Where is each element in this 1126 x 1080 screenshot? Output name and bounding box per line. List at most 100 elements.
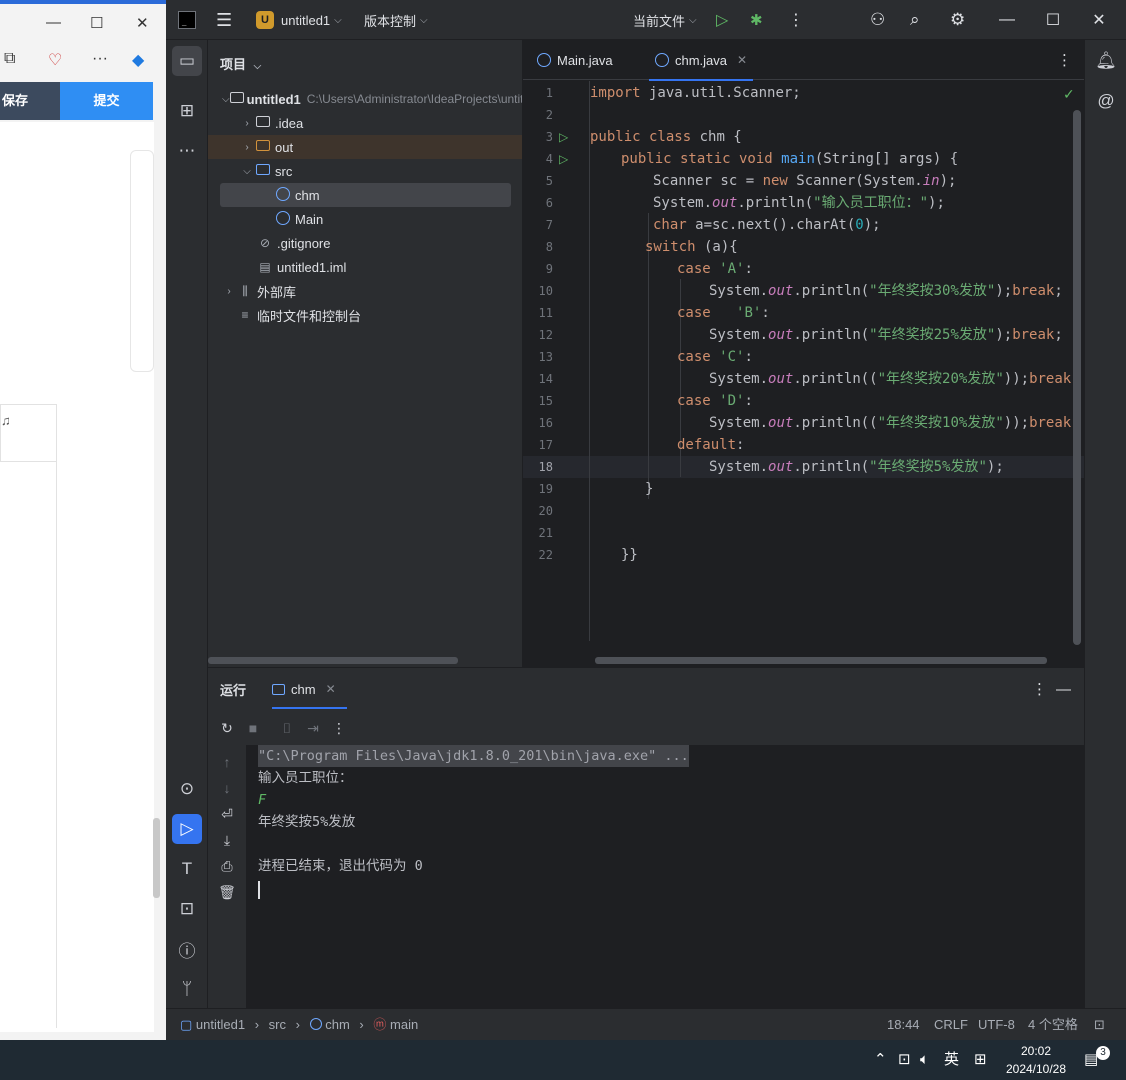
camera-icon[interactable]: ⌷ (276, 720, 298, 737)
breadcrumb-item[interactable]: untitled1 (196, 1017, 245, 1032)
maximize-button[interactable]: ☐ (1030, 0, 1076, 40)
hide-panel-icon[interactable]: — (1056, 668, 1071, 710)
git-branch-icon[interactable]: ᛘ (172, 974, 202, 1004)
tree-item-gitignore[interactable]: ⊘ .gitignore (208, 231, 522, 255)
console-output[interactable]: "C:\Program Files\Java\jdk1.8.0_201\bin\… (246, 745, 1084, 1009)
tree-item-src[interactable]: ⌵ src (208, 159, 522, 183)
search-icon[interactable]: ⌕ (910, 0, 920, 40)
project-switcher[interactable]: U untitled1 ⌵ (256, 0, 342, 40)
system-clock[interactable]: 20:02 2024/10/28 (1000, 1042, 1072, 1078)
browser-music-card[interactable]: ♫ (0, 404, 57, 462)
code-line: System.out.println(("年终奖按20%发放"));break; (709, 371, 1080, 387)
copilot-icon[interactable]: ◆ (132, 50, 144, 70)
run-panel-title: 运行 (220, 682, 247, 698)
volume-muted-icon[interactable]: 🔈︎ (920, 1040, 929, 1080)
line-number: 7 (545, 218, 553, 232)
run-tab-chm[interactable]: chm ✕ (272, 668, 336, 710)
tree-item-chm[interactable]: chm (220, 183, 511, 207)
structure-icon[interactable]: ⊞ (172, 96, 202, 126)
soft-wrap-icon[interactable]: ⏎ (216, 806, 238, 823)
breadcrumb: ▢ untitled1 › src › chm › ⓜ main (180, 1009, 418, 1041)
tree-item-out[interactable]: › out (208, 135, 522, 159)
run-tool-window: 运行 chm ✕ ⋮ — ↻ ■ ⌷ ⇥ ⋮ ↑ ↓ ⏎ ⤓ ⎙ 🗑︎ "C:\… (208, 667, 1084, 1009)
network-icon[interactable]: ⊡ (898, 1040, 911, 1080)
close-tab-icon[interactable]: ✕ (326, 682, 336, 696)
clear-trash-icon[interactable]: 🗑︎ (216, 884, 238, 901)
debug-icon[interactable]: ✱ (750, 0, 763, 40)
lock-icon[interactable]: ⊡ (1094, 1009, 1105, 1041)
indent-setting[interactable]: 4 个空格 (1028, 1009, 1078, 1041)
more-tools-icon[interactable]: ⋯ (172, 136, 202, 166)
notification-center-icon[interactable]: ▤ 3 (1084, 1040, 1110, 1080)
rerun-icon[interactable]: ↻ (216, 720, 238, 737)
add-user-icon[interactable]: ⚇ (870, 0, 885, 40)
tree-root[interactable]: ⌵ untitled1 C:\Users\Administrator\IdeaP… (208, 87, 522, 111)
scroll-to-end-icon[interactable]: ⤓ (216, 832, 238, 849)
vcs-menu[interactable]: 版本控制 ⌵ (364, 0, 428, 40)
tabs-more-icon[interactable]: ⋮ (1057, 40, 1072, 80)
caret-position[interactable]: 18:44 (887, 1009, 920, 1041)
terminal-icon[interactable]: ⊡ (172, 894, 202, 924)
ime-grid-icon[interactable]: ⊞ (974, 1040, 987, 1080)
console-output-line: 年终奖按5%发放 (258, 814, 356, 830)
minimize-button[interactable]: — (984, 0, 1030, 40)
stop-icon[interactable]: ■ (242, 720, 264, 736)
browser-close-button[interactable]: ✕ (136, 14, 149, 32)
more-menu-button[interactable]: ··· (92, 50, 108, 68)
breadcrumb-item[interactable]: src (269, 1017, 286, 1032)
file-encoding[interactable]: UTF-8 (978, 1009, 1015, 1041)
project-panel-header[interactable]: 项目 ⌵ (220, 54, 261, 73)
run-tool-icon[interactable]: ▷ (172, 814, 202, 844)
browser-scrollbar[interactable] (153, 818, 160, 898)
submit-button[interactable]: 提交 (60, 82, 153, 120)
exit-icon[interactable]: ⇥ (302, 720, 324, 737)
tree-item-external-libs[interactable]: › ⫼ 外部库 (208, 279, 522, 303)
browser-maximize-button[interactable]: ☐ (90, 14, 103, 32)
services-icon[interactable]: ⊙ (172, 774, 202, 804)
scroll-down-icon[interactable]: ↓ (216, 780, 238, 796)
show-hidden-icons-chevron-icon[interactable]: ⌃ (874, 1040, 887, 1080)
run-config-selector[interactable]: 当前文件 ⌵ (633, 0, 697, 40)
problems-icon[interactable]: ⓘ (172, 934, 202, 964)
project-folder-icon[interactable]: ▭ (172, 46, 202, 76)
save-button[interactable]: 保存 (0, 82, 60, 120)
tab-main-java[interactable]: Main.java (537, 40, 613, 80)
input-language[interactable]: 英 (944, 1040, 959, 1080)
run-panel-options-icon[interactable]: ⋮ (1032, 668, 1047, 710)
right-tool-strip: 🔔︎ @ (1084, 40, 1126, 1008)
run-gutter-icon[interactable]: ▷ (559, 126, 568, 148)
browser-minimize-button[interactable]: — (46, 14, 61, 31)
tab-chm-java[interactable]: chm.java ✕ (648, 40, 754, 81)
scroll-up-icon[interactable]: ↑ (216, 754, 238, 770)
collections-icon[interactable]: ⧉ (4, 50, 15, 68)
more-icon[interactable]: ⋮ (328, 720, 350, 737)
breadcrumb-item[interactable]: main (390, 1017, 418, 1032)
code-line: public static void main(String[] args) { (621, 151, 959, 167)
editor-horizontal-scrollbar[interactable] (595, 657, 1047, 664)
close-tab-icon[interactable]: ✕ (737, 53, 747, 67)
editor-vertical-scrollbar[interactable] (1073, 110, 1081, 645)
tree-item-scratches[interactable]: ≡ 临时文件和控制台 (208, 303, 522, 327)
notifications-bell-icon[interactable]: 🔔︎ (1091, 46, 1121, 76)
print-icon[interactable]: ⎙ (216, 858, 238, 875)
settings-gear-icon[interactable]: ⚙ (950, 0, 965, 40)
line-number: 18 (538, 460, 553, 474)
run-icon[interactable]: ▷ (716, 0, 728, 40)
tree-item-idea[interactable]: › .idea (208, 111, 522, 135)
method-icon: ⓜ (373, 1017, 387, 1032)
breadcrumb-separator-icon: › (295, 1017, 300, 1032)
main-menu-icon[interactable]: ☰ (216, 0, 232, 40)
project-horizontal-scrollbar[interactable] (208, 657, 458, 664)
line-separator[interactable]: CRLF (934, 1009, 968, 1041)
tree-item-label: 外部库 (257, 284, 297, 300)
more-actions-icon[interactable]: ⋮ (788, 0, 804, 40)
health-heart-icon[interactable]: ♡ (48, 50, 62, 70)
close-button[interactable]: ✕ (1076, 0, 1122, 40)
breadcrumb-item[interactable]: chm (325, 1017, 350, 1032)
music-icon: ♫ (1, 413, 11, 428)
tree-item-iml[interactable]: ▤ untitled1.iml (208, 255, 522, 279)
ai-assistant-icon[interactable]: @ (1091, 86, 1121, 116)
build-hammer-icon[interactable]: T (172, 854, 202, 884)
tree-item-main[interactable]: Main (208, 207, 522, 231)
run-gutter-icon[interactable]: ▷ (559, 148, 568, 170)
